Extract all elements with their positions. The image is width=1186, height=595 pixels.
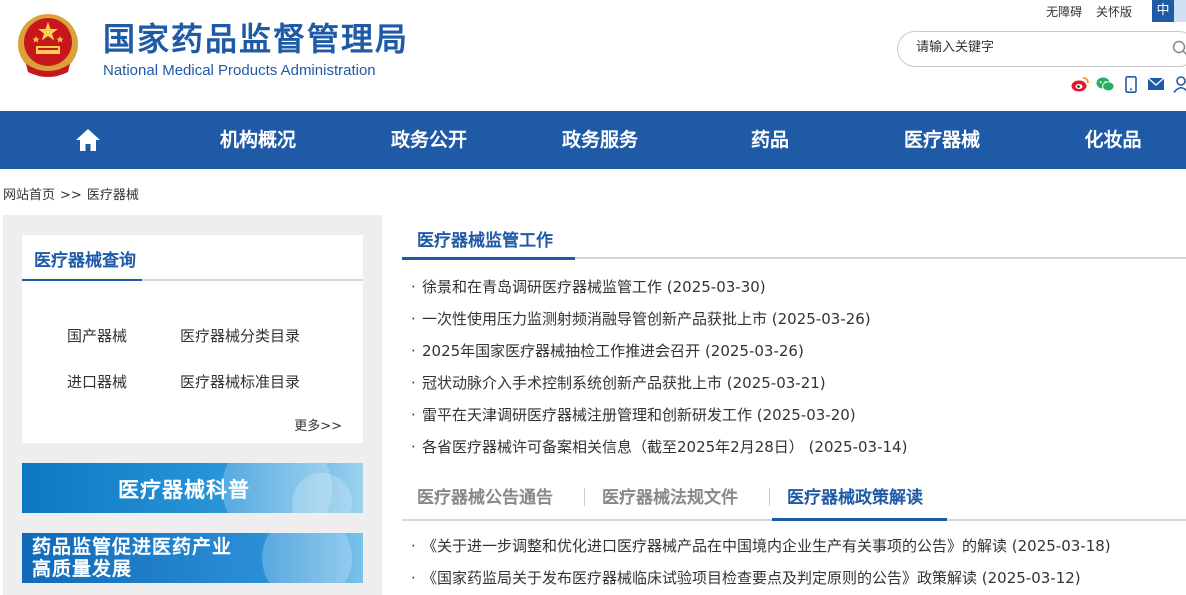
news-title[interactable]: 冠状动脉介入手术控制系统创新产品获批上市 (2025-03-21) — [422, 374, 826, 392]
nav-item-government-services[interactable]: 政务服务 — [544, 111, 656, 169]
news-item[interactable]: · 各省医疗器械许可备案相关信息（截至2025年2月28日） (2025-03-1… — [411, 431, 907, 463]
news-title[interactable]: 各省医疗器械许可备案相关信息（截至2025年2月28日） (2025-03-14… — [422, 438, 907, 456]
bullet: · — [411, 406, 416, 424]
social-links — [1071, 75, 1186, 93]
breadcrumb-home[interactable]: 网站首页 — [3, 188, 55, 203]
news-item[interactable]: · 2025年国家医疗器械抽检工作推进会召开 (2025-03-26) — [411, 335, 907, 367]
left-sidebar: 医疗器械查询 国产器械 医疗器械分类目录 进口器械 医疗器械标准目录 更多>> … — [3, 215, 382, 595]
accessibility-link[interactable]: 无障碍 — [1046, 5, 1082, 19]
lang-chinese[interactable]: 中 — [1152, 0, 1174, 22]
imported-devices-link[interactable]: 进口器械 — [67, 371, 127, 392]
device-query-title: 医疗器械查询 — [34, 251, 136, 271]
top-links: 无障碍 关怀版 — [1036, 3, 1132, 20]
wechat-icon[interactable] — [1096, 75, 1115, 93]
user-icon[interactable] — [1171, 75, 1186, 93]
tab-regulations[interactable]: 医疗器械法规文件 — [602, 483, 738, 508]
more-link[interactable]: 更多>> — [294, 415, 342, 434]
device-classification-link[interactable]: 医疗器械分类目录 — [180, 325, 300, 346]
nav-item-medical-devices[interactable]: 医疗器械 — [886, 111, 998, 169]
banner-title-line1: 药品监管促进医药产业 — [32, 536, 233, 558]
mobile-icon[interactable] — [1121, 75, 1140, 93]
nav-item-drugs[interactable]: 药品 — [730, 111, 810, 169]
tab-announcements[interactable]: 医疗器械公告通告 — [417, 483, 553, 508]
policy-news-list: · 《关于进一步调整和优化进口医疗器械产品在中国境内企业生产有关事项的公告》的解读… — [411, 530, 1111, 594]
nav-item-organization[interactable]: 机构概况 — [202, 111, 314, 169]
nav-item-cosmetics[interactable]: 化妆品 — [1068, 111, 1158, 169]
news-title[interactable]: 徐景和在青岛调研医疗器械监管工作 (2025-03-30) — [422, 278, 766, 296]
supervision-news-list: · 徐景和在青岛调研医疗器械监管工作 (2025-03-30) · 一次性使用压力监… — [411, 271, 907, 463]
tab-divider — [769, 488, 770, 506]
news-title[interactable]: 《国家药监局关于发布医疗器械临床试验项目检查要点及判定原则的公告》政策解读 (2… — [422, 569, 1081, 587]
bullet: · — [411, 310, 416, 328]
nav-item-government-affairs[interactable]: 政务公开 — [373, 111, 485, 169]
care-mode-link[interactable]: 关怀版 — [1096, 5, 1132, 19]
news-title[interactable]: 雷平在天津调研医疗器械注册管理和创新研发工作 (2025-03-20) — [422, 406, 856, 424]
news-title[interactable]: 2025年国家医疗器械抽检工作推进会召开 (2025-03-26) — [422, 342, 804, 360]
site-header: 国家药品监督管理局 National Medical Products Admi… — [0, 0, 1186, 111]
banner-title-line2: 高质量发展 — [32, 558, 133, 580]
news-item[interactable]: · 冠状动脉介入手术控制系统创新产品获批上市 (2025-03-21) — [411, 367, 907, 399]
weibo-icon[interactable] — [1071, 75, 1090, 93]
search-icon[interactable] — [1172, 40, 1186, 60]
bullet: · — [411, 537, 416, 555]
tab-divider — [584, 488, 585, 506]
bullet: · — [411, 438, 416, 456]
divider-accent — [22, 279, 142, 281]
industry-development-banner[interactable]: 药品监管促进医药产业 高质量发展 — [22, 533, 363, 583]
news-item[interactable]: · 徐景和在青岛调研医疗器械监管工作 (2025-03-30) — [411, 271, 907, 303]
language-switch: 中 — [1152, 0, 1186, 22]
science-popularization-banner[interactable]: 医疗器械科普 — [22, 463, 363, 513]
news-item[interactable]: · 雷平在天津调研医疗器械注册管理和创新研发工作 (2025-03-20) — [411, 399, 907, 431]
tab-policy-interpretation[interactable]: 医疗器械政策解读 — [787, 483, 923, 508]
email-icon[interactable] — [1146, 75, 1165, 93]
news-item[interactable]: · 一次性使用压力监测射频消融导管创新产品获批上市 (2025-03-26) — [411, 303, 907, 335]
bullet: · — [411, 278, 416, 296]
bullet: · — [411, 374, 416, 392]
search-box — [897, 31, 1186, 67]
news-title[interactable]: 一次性使用压力监测射频消融导管创新产品获批上市 (2025-03-26) — [422, 310, 871, 328]
site-title-cn[interactable]: 国家药品监督管理局 — [103, 14, 409, 60]
device-query-panel: 医疗器械查询 国产器械 医疗器械分类目录 进口器械 医疗器械标准目录 更多>> — [22, 235, 363, 443]
banner-title: 药品监管促进医药产业 高质量发展 — [32, 536, 232, 580]
active-tab-indicator — [772, 518, 947, 521]
nav-home[interactable] — [72, 111, 104, 169]
home-icon — [76, 129, 100, 151]
search-input[interactable] — [916, 40, 1156, 55]
national-emblem-logo[interactable] — [14, 12, 82, 80]
banner-title: 医疗器械科普 — [118, 478, 250, 502]
main-nav: 机构概况 政务公开 政务服务 药品 医疗器械 化妆品 — [0, 111, 1186, 169]
news-item[interactable]: · 《国家药监局关于发布医疗器械临床试验项目检查要点及判定原则的公告》政策解读 (… — [411, 562, 1111, 594]
divider-accent — [402, 257, 575, 260]
news-item[interactable]: · 《关于进一步调整和优化进口医疗器械产品在中国境内企业生产有关事项的公告》的解读… — [411, 530, 1111, 562]
policy-tabs: 医疗器械公告通告 医疗器械法规文件 医疗器械政策解读 — [402, 477, 1186, 521]
section-title[interactable]: 医疗器械监管工作 — [417, 226, 553, 251]
bullet: · — [411, 342, 416, 360]
lang-english[interactable] — [1174, 0, 1186, 22]
breadcrumb: 网站首页 >> 医疗器械 — [3, 184, 139, 203]
device-standards-link[interactable]: 医疗器械标准目录 — [180, 371, 300, 392]
banner-decoration — [262, 533, 352, 583]
breadcrumb-separator: >> — [60, 188, 82, 203]
site-title-en[interactable]: National Medical Products Administration — [103, 62, 376, 79]
news-title[interactable]: 《关于进一步调整和优化进口医疗器械产品在中国境内企业生产有关事项的公告》的解读 … — [422, 537, 1111, 555]
domestic-devices-link[interactable]: 国产器械 — [67, 325, 127, 346]
bullet: · — [411, 569, 416, 587]
breadcrumb-current[interactable]: 医疗器械 — [87, 188, 139, 203]
main-content: 医疗器械监管工作 · 徐景和在青岛调研医疗器械监管工作 (2025-03-30) … — [402, 215, 1186, 595]
